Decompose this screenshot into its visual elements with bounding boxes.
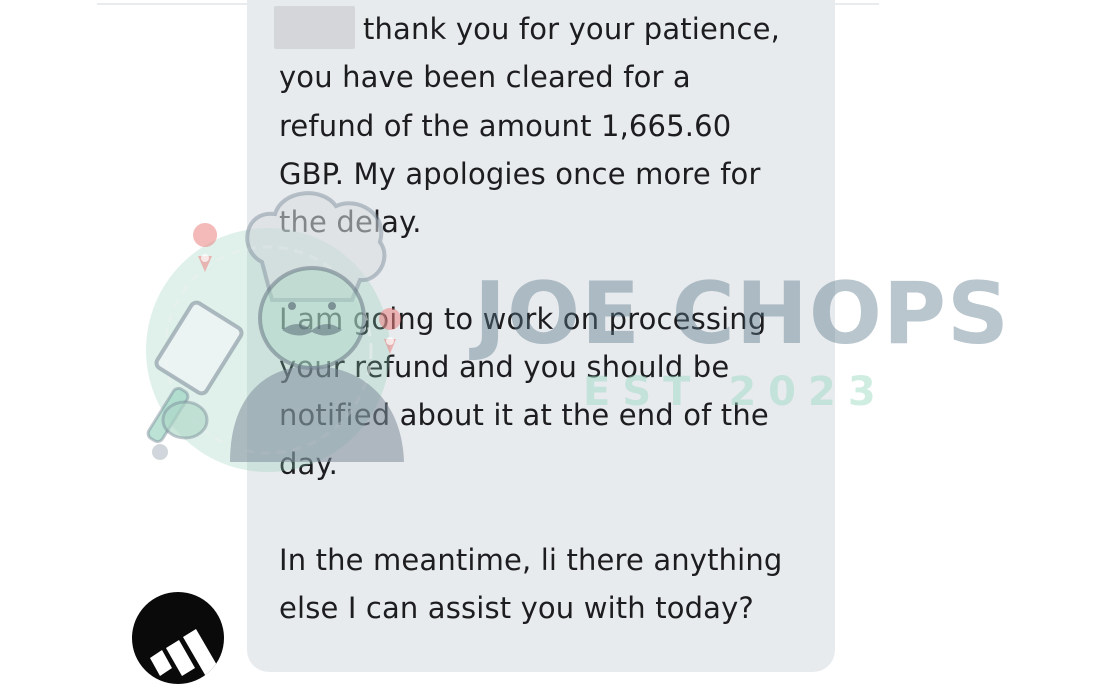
message-line-6: I am going to work on processing <box>279 302 767 336</box>
message-line-7: your refund and you should be <box>279 350 730 384</box>
message-line-3: refund of the amount 1,665.60 <box>279 109 732 143</box>
message-line-8: notified about it at the end of the <box>279 398 769 432</box>
redacted-name <box>274 6 355 49</box>
message-line-5: the delay. <box>279 205 422 239</box>
message-line-10: In the meantime, li there anything <box>279 543 783 577</box>
adidas-logo-svg <box>150 629 221 680</box>
message-line-9: day. <box>279 447 339 481</box>
message-line-4: GBP. My apologies once more for <box>279 157 761 191</box>
message-line-11: else I can assist you with today? <box>279 591 754 625</box>
adidas-logo-icon[interactable] <box>132 592 224 684</box>
message-line-1: thank you for your patience, <box>363 12 780 46</box>
message-line-2: you have been cleared for a <box>279 60 691 94</box>
